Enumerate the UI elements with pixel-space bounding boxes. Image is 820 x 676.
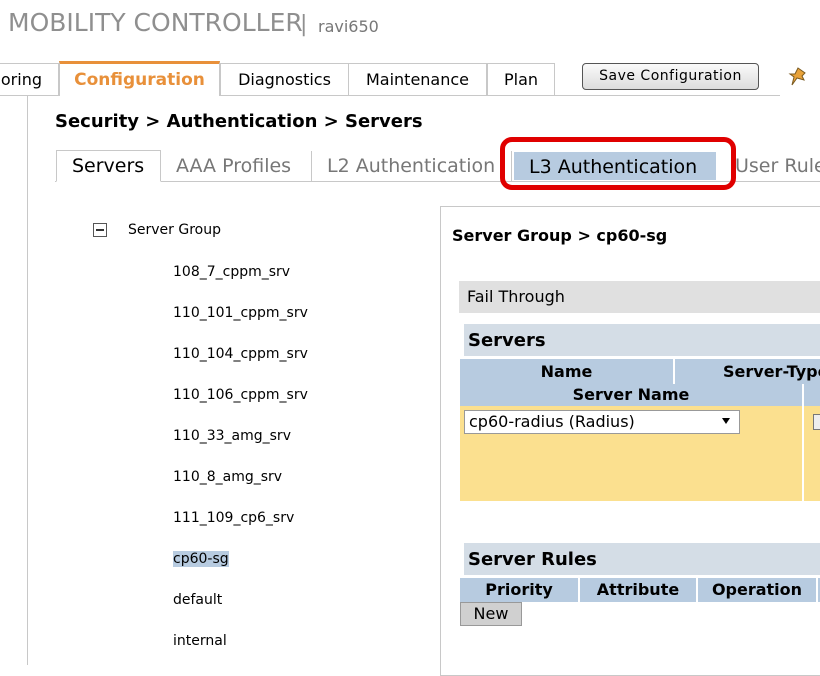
tree-item[interactable]: 110_101_cppm_srv bbox=[173, 305, 308, 321]
brand-separator: | bbox=[300, 12, 308, 37]
col-operation: Operation bbox=[698, 578, 816, 602]
tab-plan[interactable]: Plan bbox=[487, 63, 555, 95]
col-sub-extra bbox=[804, 384, 820, 406]
fail-through-row: Fail Through bbox=[459, 281, 820, 313]
col-server-type: Server-Type bbox=[675, 359, 820, 384]
server-checkbox[interactable] bbox=[813, 414, 820, 430]
pin-icon[interactable] bbox=[788, 66, 808, 88]
tree-item[interactable]: 111_109_cp6_srv bbox=[173, 510, 294, 526]
col-server-name: Server Name bbox=[460, 384, 802, 406]
collapse-icon[interactable] bbox=[93, 223, 107, 237]
col-name: Name bbox=[460, 359, 673, 384]
chevron-down-icon[interactable] bbox=[722, 418, 730, 424]
subtab-servers[interactable]: Servers bbox=[56, 150, 161, 182]
tab-monitoring[interactable]: oring bbox=[0, 63, 59, 95]
tree-item[interactable]: internal bbox=[173, 633, 227, 649]
tab-diagnostics[interactable]: Diagnostics bbox=[220, 63, 349, 95]
subtab-aaa-profiles[interactable]: AAA Profiles bbox=[161, 151, 312, 181]
tree-item-selected[interactable]: cp60-sg bbox=[173, 551, 229, 567]
server-name-select[interactable]: cp60-radius (Radius) bbox=[464, 410, 740, 434]
tab-configuration[interactable]: Configuration bbox=[59, 61, 220, 96]
server-rules-heading: Server Rules bbox=[464, 543, 820, 575]
left-divider bbox=[27, 96, 28, 665]
tree-root-server-group[interactable]: Server Group bbox=[128, 222, 221, 238]
tree-item[interactable]: 110_106_cppm_srv bbox=[173, 387, 308, 403]
tree-item[interactable]: 110_8_amg_srv bbox=[173, 469, 282, 485]
brand-title: MOBILITY CONTROLLER bbox=[8, 8, 303, 37]
servers-section-heading: Servers bbox=[464, 324, 820, 356]
tree-item[interactable]: 110_33_amg_srv bbox=[173, 428, 291, 444]
breadcrumb: Security > Authentication > Servers bbox=[55, 111, 423, 132]
highlight-callout bbox=[500, 137, 736, 190]
col-attribute: Attribute bbox=[580, 578, 696, 602]
panel-title: Server Group > cp60-sg bbox=[452, 226, 668, 245]
col-priority: Priority bbox=[460, 578, 578, 602]
tab-maintenance[interactable]: Maintenance bbox=[348, 63, 487, 95]
save-configuration-button[interactable]: Save Configuration bbox=[582, 63, 759, 90]
tree-item[interactable]: 108_7_cppm_srv bbox=[173, 264, 290, 280]
new-rule-button[interactable]: New bbox=[460, 602, 522, 626]
subtab-l2-authentication[interactable]: L2 Authentication bbox=[312, 151, 512, 181]
tree-item[interactable]: default bbox=[173, 592, 222, 608]
hostname: ravi650 bbox=[318, 17, 379, 36]
tree-item[interactable]: 110_104_cppm_srv bbox=[173, 346, 308, 362]
